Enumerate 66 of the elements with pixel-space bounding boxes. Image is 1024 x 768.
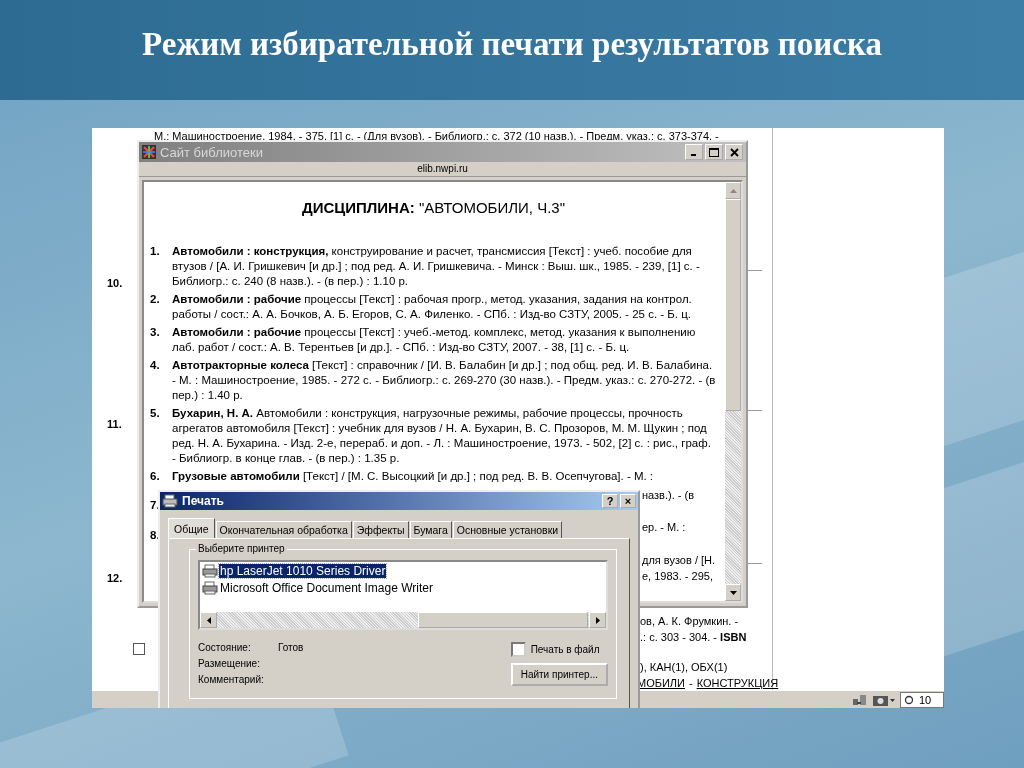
printer-item[interactable]: Microsoft Office Document Image Writer — [219, 580, 434, 595]
subject-link[interactable]: КОНСТРУКЦИЯ — [696, 677, 779, 689]
right-arrow-icon[interactable] — [595, 616, 600, 624]
item-number: 2. — [150, 292, 161, 307]
citation-text: Автотракторные колеса [Текст] : справочник / [И. В. Балабин [и др.] ; под общ. ред. И. В. Балабина. - М. : Машиностроение, 1985. - 272 с. - Библиогр.: с. 269-270 (30 назв.). - Предм. указ.: с. 270-272. - (в пер.) : 1.40 р. — [172, 358, 717, 403]
find-printer-button[interactable]: Найти принтер... — [510, 663, 608, 686]
row-number: 12. — [107, 572, 123, 584]
field-value: Готов — [278, 642, 304, 655]
printer-icon — [202, 580, 218, 595]
checkbox-label: Печать в файл — [530, 644, 600, 655]
left-arrow-icon[interactable] — [206, 616, 211, 624]
printer-icon — [162, 494, 178, 508]
close-button[interactable] — [725, 144, 743, 160]
field-label: Размещение: — [198, 658, 261, 671]
close-button[interactable]: × — [620, 494, 636, 508]
vertical-scrollbar[interactable] — [725, 182, 741, 601]
citation-fragment: ов, А. К. Фрумкин. - — [640, 615, 739, 627]
printer-list[interactable]: hp LaserJet 1010 Series Driver Microsoft Office Document Image Writer — [198, 560, 608, 630]
citation-fragment: е, 1983. - 295, — [642, 570, 713, 582]
zoom-value: 10 — [919, 694, 932, 706]
network-icon[interactable] — [852, 693, 868, 707]
citation-text: Автомобили : конструкция, конструирование и расчет, трансмиссия [Текст] : учеб. пособие для втузов / [А. И. Гришкевич [и др.] ; под ред. А. И. Гришкевича. - Минск : Выш. шк., 1985. - 239, [1] с. - Библиогр.: с. 240 (8 назв.). - (в пер.) : 1.10 р. — [172, 244, 701, 289]
zoom-field[interactable]: 10 — [900, 692, 944, 708]
address-text: elib.nwpi.ru — [139, 162, 746, 177]
slide-title: Режим избирательной печати результатов поиска — [141, 26, 883, 63]
horizontal-scrollbar[interactable] — [200, 612, 606, 628]
dialog-title: Печать — [182, 494, 224, 508]
window-title: Сайт библиотеки — [160, 144, 263, 160]
tab[interactable]: Основные установки — [452, 521, 563, 538]
tab[interactable]: Эффекты — [352, 521, 409, 538]
citation-text: Автомобили : рабочие процессы [Текст] : рабочая прогр., метод. указания, задания на контрол. работы / сост.: А. А. Бочков, А. Б. Егоров, С. А. Филенко. - СПб. : Изд-во СЗТУ, 2005. - 25 с. - Б. ц. — [172, 292, 693, 322]
item-number: 4. — [150, 358, 161, 373]
separator-text: - — [689, 677, 693, 689]
camera-icon[interactable] — [872, 693, 896, 707]
maximize-button[interactable] — [705, 144, 723, 160]
tab[interactable]: Окончательная обработка — [215, 521, 352, 538]
tab[interactable]: Общие — [168, 518, 215, 538]
row-number: 11. — [107, 418, 122, 430]
group-label: Выберите принтер — [196, 543, 287, 554]
search-icon — [904, 694, 915, 706]
citation-text: Бухарин, Н. А. Автомобили : конструкция, нагрузочные режимы, рабочие процессы, прочность агрегатов автомобиля [Текст] : учебник для вузов / Н. А. Бухарин, В. С. Прозоров, М. М. Щукин ; под ред. Н. А. Бухарина. - Изд. 2-е, перераб. и доп. - Л. : Машиностроение, 1973. - 502, [2] с. : рис., граф. - Библиогр. в конце глав. - (в пер.) : 1.35 р. — [172, 406, 712, 466]
help-button[interactable]: ? — [602, 494, 618, 508]
field-label: Состояние: — [198, 642, 252, 655]
close-icon — [729, 147, 739, 157]
row-number: 10. — [107, 277, 123, 289]
citation-fragment: назв.). - (в — [642, 489, 694, 501]
minimize-button[interactable] — [685, 144, 703, 160]
item-number: 5. — [150, 406, 161, 421]
app-icon — [142, 145, 156, 159]
field-label: Комментарий: — [198, 674, 265, 687]
down-arrow-icon[interactable] — [729, 590, 737, 595]
citation-fragment: для вузов / [Н. — [642, 554, 716, 566]
tab[interactable]: Бумага — [409, 521, 452, 538]
maximize-icon — [709, 147, 719, 157]
printer-icon — [202, 563, 218, 578]
citation-text: Автомобили : рабочие процессы [Текст] : учеб.-метод. комплекс, метод. указания к выполнению лаб. работ / сост.: А. В. Терентьев [и др.]. - СПб. : Изд-во СЗТУ, 2007. - 38, [1] с. - Б. ц. — [172, 325, 697, 355]
checkbox[interactable] — [133, 643, 145, 655]
citation-fragment: ), КАН(1), ОБХ(1) — [640, 661, 728, 673]
citation-fragment: .: с. 303 - 304. - ISBN — [640, 631, 747, 643]
printer-item[interactable]: hp LaserJet 1010 Series Driver — [219, 563, 387, 578]
citation-fragment: ер. - М. : — [642, 521, 686, 533]
citation-text: Грузовые автомобили [Текст] / [М. С. Высоцкий [и др.] ; под ред. В. В. Осепчугова]. - М. : — [172, 469, 655, 484]
item-number: 3. — [150, 325, 161, 340]
discipline-heading: ДИСЦИПЛИНА: "АВТОМОБИЛИ, Ч.3" — [301, 199, 566, 216]
item-number: 6. — [150, 469, 161, 484]
item-number: 1. — [150, 244, 161, 259]
